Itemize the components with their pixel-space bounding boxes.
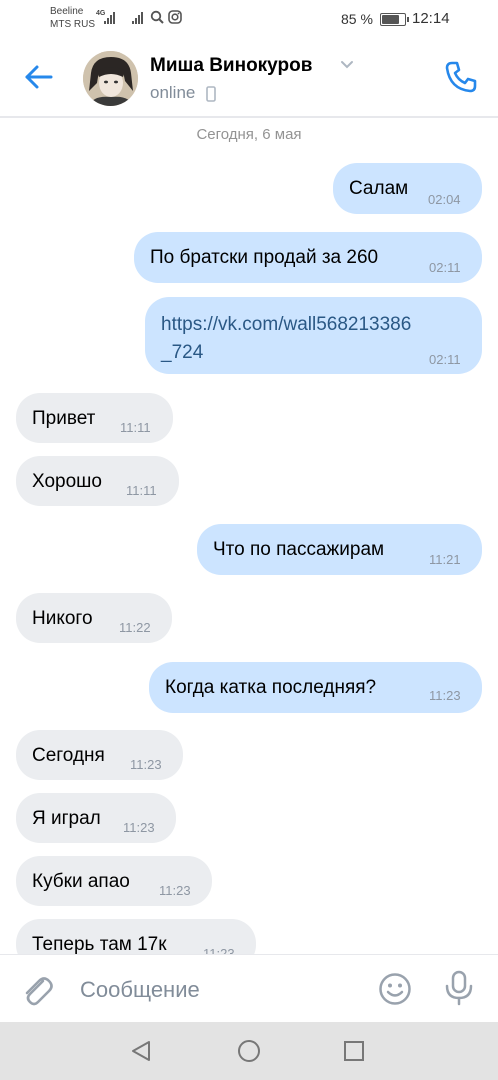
message-text: По братски продай за 260 (150, 247, 379, 268)
message-input-bar: Сообщение (0, 954, 498, 1023)
message-time: 11:23 (429, 688, 461, 703)
signal-icon-2 (132, 12, 143, 24)
message-bubble-outgoing[interactable]: По братски продай за 260 02:11 (134, 232, 482, 283)
message-bubble-outgoing[interactable]: Салам 02:04 (333, 163, 482, 214)
message-time: 11:23 (123, 820, 155, 835)
microphone-icon[interactable] (443, 970, 475, 1006)
message-text: Кубки апао (32, 871, 130, 892)
message-time: 02:11 (429, 260, 461, 275)
battery-percent: 85 % (341, 11, 373, 27)
message-text: Сегодня (32, 745, 105, 766)
message-text: Салам (349, 178, 409, 199)
signal-icon (104, 12, 115, 24)
battery-fill (382, 15, 399, 24)
notification-icons (150, 10, 182, 24)
message-time: 11:23 (159, 883, 191, 898)
message-bubble-incoming[interactable]: Кубки апао 11:23 (16, 856, 212, 906)
nav-back-icon[interactable] (129, 1039, 153, 1063)
status-bar: Beeline MTS RUS 4G 85 % 12:14 (0, 0, 498, 38)
message-text: Никого (32, 608, 93, 629)
message-text: Привет (32, 408, 96, 429)
system-navigation-bar (0, 1022, 498, 1080)
carrier-labels: Beeline MTS RUS (50, 5, 95, 31)
chat-header: Миша Винокуров online (0, 38, 498, 118)
message-text: Что по пассажирам (213, 539, 385, 560)
message-bubble-outgoing[interactable]: Что по пассажирам 11:21 (197, 524, 482, 575)
message-time: 11:11 (120, 420, 151, 435)
call-icon[interactable] (442, 58, 480, 96)
instagram-icon (168, 10, 182, 24)
mobile-device-icon (206, 86, 216, 102)
message-time: 11:23 (130, 757, 162, 772)
clock: 12:14 (412, 10, 450, 27)
avatar-image (83, 51, 138, 106)
message-text: Я играл (32, 808, 101, 829)
message-bubble-outgoing-link[interactable]: https://vk.com/wall568213386 _724 02:11 (145, 297, 482, 374)
online-status: online (150, 83, 196, 102)
smile-icon[interactable] (378, 972, 412, 1006)
chevron-down-icon[interactable] (340, 60, 354, 70)
message-bubble-incoming[interactable]: Хорошо 11:11 (16, 456, 179, 506)
message-time: 02:04 (428, 192, 461, 207)
message-bubble-incoming[interactable]: Сегодня 11:23 (16, 730, 183, 780)
message-input[interactable]: Сообщение (80, 977, 200, 1003)
message-bubble-outgoing[interactable]: Когда катка последняя? 11:23 (149, 662, 482, 713)
nav-home-icon[interactable] (237, 1039, 261, 1063)
message-time: 02:11 (429, 352, 461, 367)
message-bubble-incoming[interactable]: Никого 11:22 (16, 593, 172, 643)
message-bubble-incoming[interactable]: Я играл 11:23 (16, 793, 176, 843)
message-time: 11:21 (429, 552, 461, 567)
message-text: Хорошо (32, 471, 102, 492)
date-separator: Сегодня, 6 мая (196, 126, 302, 143)
message-text: Теперь там 17к (32, 934, 167, 955)
avatar[interactable] (83, 51, 138, 106)
message-time: 11:11 (126, 483, 157, 498)
contact-name[interactable]: Миша Винокуров (150, 55, 312, 77)
nav-recent-apps-icon[interactable] (343, 1040, 365, 1062)
search-icon (150, 10, 164, 24)
message-text: Когда катка последняя? (165, 677, 377, 698)
battery-icon (380, 13, 409, 26)
message-link[interactable]: https://vk.com/wall568213386 _724 (161, 311, 411, 367)
carrier-2: MTS RUS (50, 19, 95, 30)
message-time: 11:22 (119, 620, 151, 635)
link-line-1[interactable]: https://vk.com/wall568213386 (161, 311, 411, 339)
carrier-1: Beeline (50, 6, 84, 17)
message-bubble-incoming[interactable]: Привет 11:11 (16, 393, 173, 443)
back-arrow-icon[interactable] (22, 60, 56, 94)
link-line-2[interactable]: _724 (161, 339, 411, 367)
paperclip-icon[interactable] (22, 972, 56, 1008)
